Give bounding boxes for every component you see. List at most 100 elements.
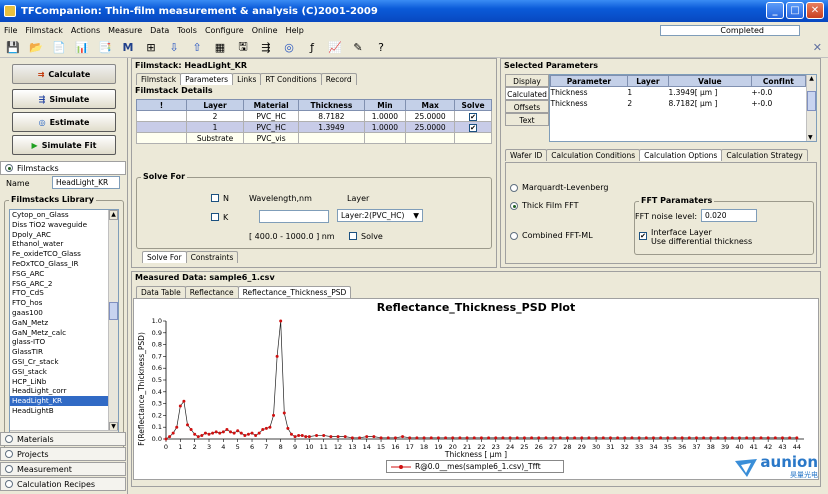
nav-measurement[interactable]: Measurement	[0, 462, 126, 476]
tab-constraints[interactable]: Constraints	[185, 251, 239, 263]
menu-configure[interactable]: Configure	[205, 26, 244, 35]
layer-select[interactable]: Layer:2(PVC_HC) ▼	[337, 209, 423, 222]
menu-actions[interactable]: Actions	[71, 26, 100, 35]
library-item[interactable]: HeadLightB	[10, 406, 118, 416]
library-item[interactable]: GaN_Metz_calc	[10, 328, 118, 338]
library-item[interactable]: GSI_stack	[10, 367, 118, 377]
library-item[interactable]: Diss TiO2 waveguide	[10, 220, 118, 230]
library-item[interactable]: HeadLight_KR	[10, 396, 118, 406]
k-checkbox[interactable]	[211, 213, 219, 221]
new-icon[interactable]: 📄	[52, 41, 66, 54]
edit-icon[interactable]: ✎	[351, 41, 365, 54]
ml-radio[interactable]	[510, 183, 518, 192]
down-icon[interactable]: ⇩	[167, 41, 181, 54]
n-checkbox[interactable]	[211, 194, 219, 202]
fft-noise-input[interactable]: 0.020	[701, 209, 757, 222]
tab-wafer-id[interactable]: Wafer ID	[505, 149, 548, 161]
scroll-thumb[interactable]	[807, 91, 816, 111]
menu-file[interactable]: File	[4, 26, 17, 35]
library-item[interactable]: Fe_oxideTCO_Glass	[10, 249, 118, 259]
library-scrollbar[interactable]: ▲ ▼	[108, 210, 118, 432]
chart-icon[interactable]: 📊	[75, 41, 89, 54]
side-tab-display[interactable]: Display	[505, 74, 549, 87]
tab-rt-conditions[interactable]: RT Conditions	[260, 73, 322, 85]
tab-calculation-conditions[interactable]: Calculation Conditions	[546, 149, 641, 161]
minimize-button[interactable]: _	[766, 2, 784, 19]
tab-reflectance-thickness-psd[interactable]: Reflectance_Thickness_PSD	[237, 286, 352, 298]
side-tab-offsets[interactable]: Offsets	[505, 100, 549, 113]
menu-online[interactable]: Online	[252, 26, 278, 35]
simulate-icon[interactable]: ⇶	[259, 41, 273, 54]
menu-filmstack[interactable]: Filmstack	[25, 26, 63, 35]
fft-radio[interactable]	[510, 201, 518, 210]
up-icon[interactable]: ⇧	[190, 41, 204, 54]
solve-checkbox[interactable]	[349, 232, 357, 240]
tab-filmstack[interactable]: Filmstack	[136, 73, 182, 85]
library-item[interactable]: GSI_Cr_stack	[10, 357, 118, 367]
close-button[interactable]: ✕	[806, 2, 824, 19]
library-item[interactable]: FTO_hos	[10, 298, 118, 308]
library-item[interactable]: FTO_CdS	[10, 288, 118, 298]
table-row[interactable]: 2 PVC_HC 8.7182 1.0000 25.0000 ✔	[136, 110, 492, 122]
scroll-down-icon[interactable]: ▼	[808, 134, 813, 141]
library-item[interactable]: FeOxTCO_Glass_IR	[10, 259, 118, 269]
scroll-thumb[interactable]	[109, 302, 118, 320]
tab-data-table[interactable]: Data Table	[136, 286, 186, 298]
table-row[interactable]: 1 PVC_HC 1.3949 1.0000 25.0000 ✔	[136, 121, 492, 133]
maximize-button[interactable]: □	[786, 2, 804, 19]
table-icon[interactable]: ▦	[213, 41, 227, 54]
calculate-button[interactable]: ⇉ Calculate	[12, 64, 116, 84]
tab-parameters[interactable]: Parameters	[180, 73, 234, 85]
library-item[interactable]: FSG_ARC	[10, 269, 118, 279]
scroll-up-icon[interactable]: ▲	[807, 75, 816, 82]
plot-icon[interactable]: 📈	[328, 41, 342, 54]
tab-calculation-options[interactable]: Calculation Options	[639, 149, 723, 161]
wavelength-input[interactable]	[259, 210, 329, 223]
method-ml[interactable]: Marquardt-Levenberg	[510, 183, 608, 192]
selected-scrollbar[interactable]: ▲ ▼	[806, 75, 816, 141]
tab-solve-for[interactable]: Solve For	[142, 251, 187, 263]
interface-checkbox[interactable]: ✔	[639, 232, 647, 240]
tab-links[interactable]: Links	[232, 73, 262, 85]
solve-checkbox[interactable]: ✔	[469, 112, 478, 121]
nav-projects[interactable]: Projects	[0, 447, 126, 461]
simulate-button[interactable]: ⇶ Simulate	[12, 89, 116, 109]
estimate-button[interactable]: ◎ Estimate	[12, 112, 116, 132]
open-icon[interactable]: 📂	[29, 41, 43, 54]
menu-data[interactable]: Data	[150, 26, 169, 35]
side-tab-calculated[interactable]: Calculated	[505, 87, 549, 100]
close-doc-icon[interactable]: ✕	[813, 41, 822, 54]
report-icon[interactable]: 📑	[98, 41, 112, 54]
method-fft[interactable]: Thick Film FFT	[510, 201, 579, 210]
library-item[interactable]: HCP_LiNb	[10, 377, 118, 387]
plot-area[interactable]: Reflectance_Thickness_PSD Plot F(Reflect…	[133, 298, 819, 480]
save-icon[interactable]: 💾	[6, 41, 20, 54]
tab-record[interactable]: Record	[320, 73, 357, 85]
menu-tools[interactable]: Tools	[177, 26, 197, 35]
side-tab-text[interactable]: Text	[505, 113, 549, 126]
simulate-fit-button[interactable]: ▶ Simulate Fit	[12, 135, 116, 155]
library-item[interactable]: HeadLight_corr	[10, 386, 118, 396]
solve-checkbox[interactable]: ✔	[469, 123, 478, 132]
scroll-up-icon[interactable]: ▲	[109, 210, 118, 220]
menu-help[interactable]: Help	[286, 26, 304, 35]
nav-materials[interactable]: Materials	[0, 432, 126, 446]
nav-calculation-recipes[interactable]: Calculation Recipes	[0, 477, 126, 491]
library-item[interactable]: GlassTIR	[10, 347, 118, 357]
table-row[interactable]: Substrate PVC_vis	[136, 132, 492, 144]
function-icon[interactable]: ƒ	[305, 41, 319, 54]
library-item[interactable]: FSG_ARC_2	[10, 279, 118, 289]
method-combined[interactable]: Combined FFT-ML	[510, 231, 593, 240]
library-item[interactable]: Dpoly_ARC	[10, 230, 118, 240]
table-row[interactable]: Thickness 2 8.7182[ µm ] +-0.0	[551, 98, 806, 109]
help-icon[interactable]: ?	[374, 41, 388, 54]
combined-radio[interactable]	[510, 231, 518, 240]
library-item[interactable]: glass-ITO	[10, 337, 118, 347]
tab-reflectance[interactable]: Reflectance	[184, 286, 239, 298]
print-icon[interactable]: 🖫	[236, 38, 250, 57]
menu-measure[interactable]: Measure	[108, 26, 142, 35]
tab-calculation-strategy[interactable]: Calculation Strategy	[721, 149, 808, 161]
name-field[interactable]: HeadLight_KR	[52, 176, 120, 189]
library-item[interactable]: gaas100	[10, 308, 118, 318]
grid-icon[interactable]: ⊞	[144, 41, 158, 54]
